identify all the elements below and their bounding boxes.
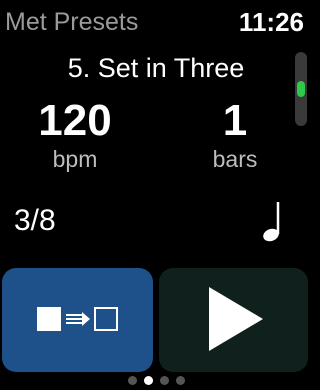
page-dot[interactable] — [175, 376, 185, 385]
tempo-value[interactable]: 120 — [20, 97, 130, 145]
play-icon — [199, 284, 269, 357]
page-dot[interactable] — [143, 376, 153, 385]
crown-scroll-thumb — [297, 81, 305, 97]
tempo-unit: bpm — [52, 146, 98, 172]
quarter-note-icon[interactable] — [252, 196, 292, 246]
app-title: Met Presets — [5, 8, 139, 36]
page-indicator — [0, 376, 312, 386]
bars-value[interactable]: 1 — [180, 97, 290, 145]
status-time: 11:26 — [238, 7, 304, 37]
time-signature[interactable]: 3/8 — [14, 203, 56, 239]
square-to-square-icon — [34, 304, 122, 337]
page-dot[interactable] — [127, 376, 137, 385]
mode-button[interactable] — [2, 268, 153, 372]
preset-name[interactable]: 5. Set in Three — [0, 51, 312, 85]
bars-unit: bars — [212, 146, 258, 172]
page-dot[interactable] — [159, 376, 169, 385]
play-button[interactable] — [159, 268, 308, 372]
